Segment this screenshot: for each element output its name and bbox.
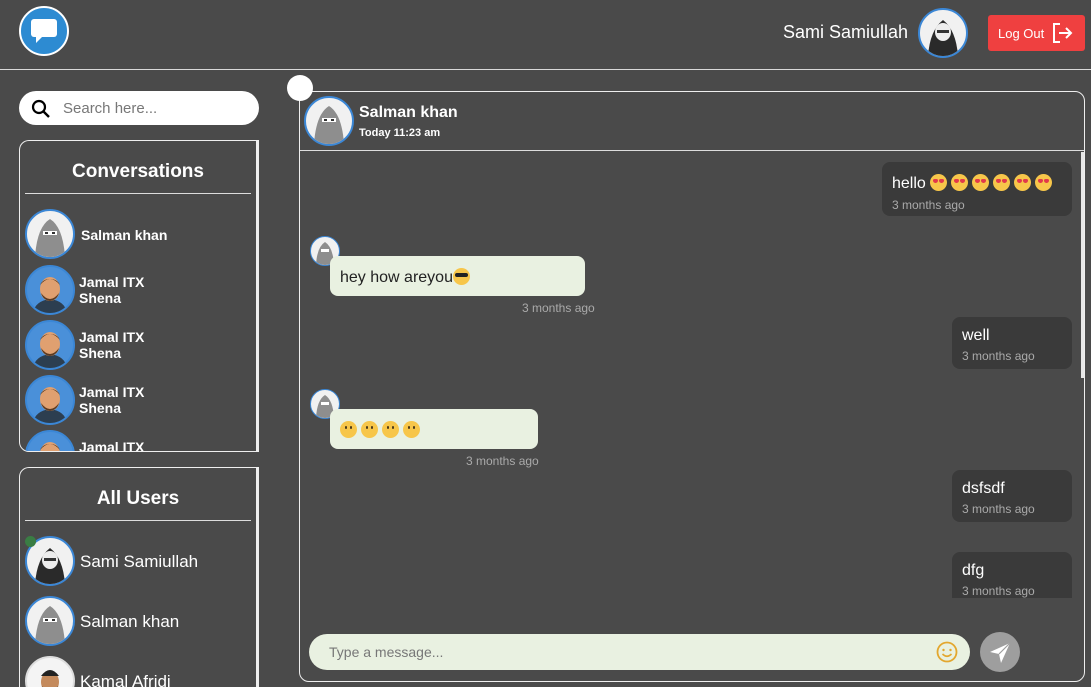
- message-sent: hello 3 months ago: [882, 162, 1072, 216]
- send-icon: [990, 642, 1011, 663]
- message-text: hey how areyou: [340, 269, 453, 286]
- message-received: hey how areyou: [330, 256, 585, 296]
- man-avatar: [25, 320, 75, 370]
- conversation-name-line2: Shena: [79, 345, 122, 361]
- conversation-name-line2: Shena: [79, 400, 122, 416]
- message-text: hello: [892, 175, 926, 192]
- message-time: 3 months ago: [466, 454, 539, 468]
- conversation-name-line1: Jamal ITX: [79, 329, 145, 345]
- corner-dot: [287, 75, 313, 101]
- heart-eyes-emoji-icon: [950, 174, 968, 191]
- conversation-name-line1: Jamal ITX: [79, 439, 145, 452]
- chat-logo-icon[interactable]: [19, 6, 69, 56]
- conversation-name: Salman khan: [81, 227, 168, 243]
- user-avatar: [25, 656, 75, 687]
- sunglasses-emoji-icon: [452, 268, 470, 285]
- contact-avatar[interactable]: [304, 96, 354, 146]
- message-time: 3 months ago: [962, 349, 1035, 363]
- heart-eyes-emoji-icon: [1034, 174, 1052, 191]
- contact-name: Salman khan: [359, 104, 458, 121]
- frowning-emoji-icon: [382, 421, 399, 438]
- message-sent: well 3 months ago: [952, 317, 1072, 369]
- message-text: dsfsdf: [962, 480, 1005, 497]
- user-name: Kamal Afridi: [80, 672, 171, 687]
- frowning-emoji-icon: [361, 421, 378, 438]
- message-time: 3 months ago: [522, 301, 595, 315]
- heart-eyes-emoji-icon: [992, 174, 1010, 191]
- current-user-name: Sami Samiullah: [782, 22, 908, 42]
- man-avatar: [25, 375, 75, 425]
- send-button[interactable]: [980, 632, 1020, 672]
- contact-last-seen: Today 11:23 am: [359, 127, 441, 139]
- frowning-emoji-icon: [403, 421, 420, 438]
- message-input[interactable]: [329, 643, 919, 661]
- logout-label: Log Out: [998, 26, 1045, 41]
- search-input[interactable]: [63, 98, 248, 118]
- heart-eyes-emoji-icon: [971, 174, 989, 191]
- messages-scrollbar[interactable]: [1081, 152, 1084, 378]
- all-users-panel: All Users Sami Samiullah Salman khan Kam…: [19, 467, 259, 687]
- user-name: Sami Samiullah: [80, 552, 199, 571]
- message-sent: dfg 3 months ago: [952, 552, 1072, 598]
- message-time: 3 months ago: [962, 502, 1035, 516]
- all-users-title: All Users: [25, 488, 251, 521]
- online-status-dot: [25, 536, 36, 547]
- conversations-panel: Conversations Salman khan Jamal ITX Shena…: [19, 140, 259, 452]
- current-user-avatar[interactable]: [918, 8, 968, 58]
- hijab-avatar: [25, 209, 75, 259]
- man-avatar: [25, 430, 75, 451]
- message-sent: dsfsdf 3 months ago: [952, 470, 1072, 522]
- message-time: 3 months ago: [962, 584, 1035, 598]
- user-name: Salman khan: [80, 612, 180, 631]
- user-avatar: [25, 596, 75, 646]
- emoji-picker-icon[interactable]: [936, 641, 958, 663]
- conversation-name-line1: Jamal ITX: [79, 274, 145, 290]
- logout-button[interactable]: Log Out: [988, 15, 1085, 51]
- frowning-emoji-icon: [340, 421, 357, 438]
- search-icon: [31, 99, 50, 118]
- heart-eyes-emoji-icon: [1013, 174, 1031, 191]
- message-time: 3 months ago: [892, 198, 965, 212]
- conversations-title: Conversations: [25, 161, 251, 194]
- message-text: dfg: [962, 562, 985, 579]
- top-bar: Sami Samiullah Log Out: [0, 0, 1091, 70]
- logout-icon: [1053, 23, 1073, 43]
- conversation-name-line1: Jamal ITX: [79, 384, 145, 400]
- heart-eyes-emoji-icon: [929, 174, 947, 191]
- chat-header: Salman khan Today 11:23 am: [300, 92, 1084, 151]
- conversation-name-line2: Shena: [79, 290, 122, 306]
- search-box[interactable]: [19, 91, 259, 125]
- message-text: well: [962, 327, 990, 344]
- message-received: [330, 409, 538, 449]
- man-avatar: [25, 265, 75, 315]
- message-composer: [309, 634, 970, 670]
